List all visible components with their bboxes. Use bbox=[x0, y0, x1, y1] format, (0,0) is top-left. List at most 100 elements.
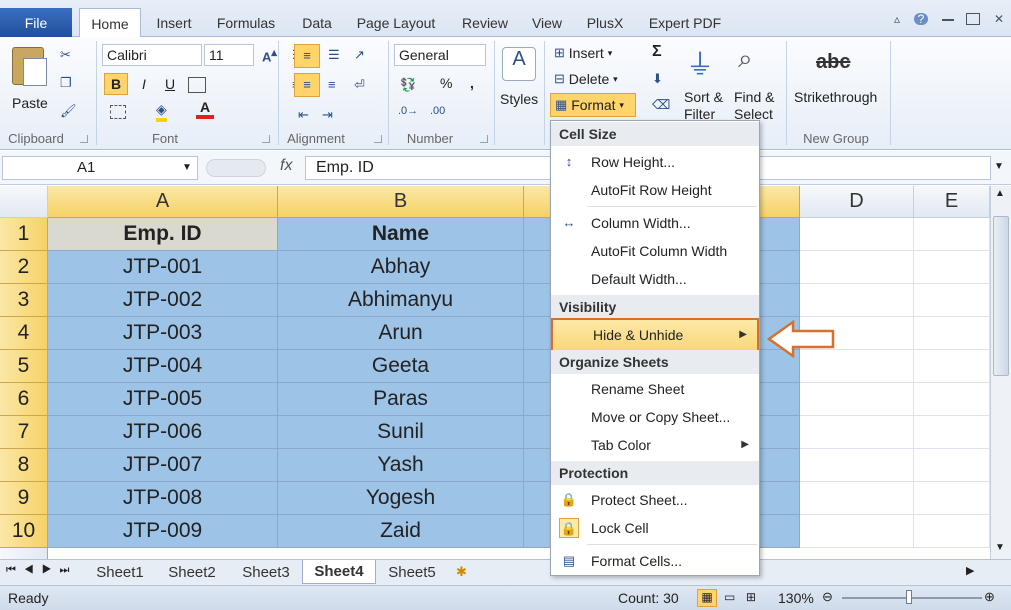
insert-cells-button[interactable]: ⊞ Insert ▾ bbox=[554, 45, 612, 61]
italic-button[interactable]: I bbox=[134, 73, 154, 95]
vertical-scrollbar[interactable]: ▲ ▼ bbox=[990, 186, 1011, 559]
fill-icon[interactable]: ⬇ bbox=[652, 71, 663, 87]
cell-name[interactable]: Arun bbox=[278, 317, 524, 350]
comma-button[interactable]: , bbox=[470, 75, 474, 91]
cell-name[interactable]: Abhimanyu bbox=[278, 284, 524, 317]
scroll-up-icon[interactable]: ▲ bbox=[995, 188, 1005, 199]
cell-empty[interactable] bbox=[914, 350, 990, 383]
strikethrough-button[interactable]: Strikethrough bbox=[794, 89, 877, 105]
name-box-dropdown-icon[interactable]: ▼ bbox=[182, 162, 192, 173]
row-header[interactable]: 8 bbox=[0, 449, 48, 482]
row-header[interactable]: 3 bbox=[0, 284, 48, 317]
column-header-d[interactable]: D bbox=[800, 186, 914, 218]
fill-color-icon[interactable]: ◈ bbox=[156, 101, 167, 122]
page-break-view-icon[interactable]: ⊞ bbox=[746, 590, 756, 604]
increase-indent-icon[interactable]: ⇥ bbox=[322, 107, 333, 123]
column-header-b[interactable]: B bbox=[278, 186, 524, 218]
percent-button[interactable]: % bbox=[440, 75, 452, 91]
cell-empty[interactable] bbox=[914, 317, 990, 350]
cell-empty[interactable] bbox=[800, 449, 914, 482]
menu-rename-sheet[interactable]: Rename Sheet bbox=[551, 375, 759, 403]
underline-button[interactable]: U bbox=[160, 73, 180, 95]
menu-hide-unhide[interactable]: Hide & Unhide ▶ bbox=[551, 318, 759, 352]
clipboard-launcher-icon[interactable] bbox=[80, 135, 88, 143]
cell-name[interactable]: Zaid bbox=[278, 515, 524, 548]
tab-expert-pdf[interactable]: Expert PDF bbox=[642, 8, 728, 37]
align-middle-icon[interactable]: ≡ bbox=[294, 44, 320, 68]
copy-icon[interactable]: ❐ bbox=[60, 75, 72, 91]
sheet-tab-3[interactable]: Sheet3 bbox=[234, 560, 298, 584]
cut-icon[interactable]: ✂ bbox=[60, 47, 71, 63]
cell-name[interactable]: Abhay bbox=[278, 251, 524, 284]
sheet-nav-icon[interactable]: ⏮◀▶⏭ bbox=[6, 564, 77, 577]
sort-filter-button[interactable]: Sort & Filter bbox=[684, 89, 732, 119]
delete-cells-button[interactable]: ⊟ Delete ▾ bbox=[554, 71, 618, 87]
menu-column-width[interactable]: ↔ Column Width... bbox=[551, 209, 759, 237]
currency-icon[interactable]: 💱 bbox=[400, 77, 416, 93]
row-header[interactable]: 4 bbox=[0, 317, 48, 350]
restore-window-icon[interactable] bbox=[966, 13, 980, 25]
tab-review[interactable]: Review bbox=[454, 8, 516, 37]
menu-tab-color[interactable]: Tab Color ▶ bbox=[551, 431, 759, 459]
font-name-select[interactable]: Calibri bbox=[102, 44, 202, 66]
alignment-launcher-icon[interactable] bbox=[374, 135, 382, 143]
tab-data[interactable]: Data bbox=[292, 8, 342, 37]
cell-emp-id[interactable]: JTP-009 bbox=[48, 515, 278, 548]
zoom-slider[interactable] bbox=[842, 597, 982, 599]
tab-file[interactable]: File bbox=[0, 8, 72, 37]
border-style-icon[interactable] bbox=[110, 105, 126, 119]
minimize-window-icon[interactable] bbox=[942, 19, 954, 29]
grow-font-icon[interactable]: A▴ bbox=[262, 46, 277, 64]
cell-empty[interactable] bbox=[800, 218, 914, 251]
number-launcher-icon[interactable] bbox=[480, 135, 488, 143]
formula-bar-splitter[interactable] bbox=[206, 159, 266, 177]
cell-name[interactable]: Sunil bbox=[278, 416, 524, 449]
sheet-tab-1[interactable]: Sheet1 bbox=[88, 560, 152, 584]
cell-name-header[interactable]: Name bbox=[278, 218, 524, 251]
minimize-ribbon-icon[interactable]: ▵ bbox=[890, 13, 904, 25]
cell-emp-id[interactable]: JTP-004 bbox=[48, 350, 278, 383]
cell-name[interactable]: Yash bbox=[278, 449, 524, 482]
scroll-down-icon[interactable]: ▼ bbox=[995, 542, 1005, 553]
scroll-right-icon[interactable]: ▶ bbox=[966, 564, 974, 577]
align-right-icon[interactable]: ≡ bbox=[328, 77, 336, 92]
insert-function-icon[interactable]: fx bbox=[280, 157, 292, 175]
format-painter-icon[interactable]: 🖌 bbox=[60, 103, 77, 119]
tab-plusx[interactable]: PlusX bbox=[578, 8, 632, 37]
clear-icon[interactable]: ⌫ bbox=[652, 97, 670, 113]
paste-button[interactable]: Paste bbox=[8, 43, 50, 123]
number-format-select[interactable]: General bbox=[394, 44, 486, 66]
decrease-indent-icon[interactable]: ⇤ bbox=[298, 107, 309, 123]
cell-a1-header[interactable]: Emp. ID bbox=[48, 218, 278, 251]
tab-page-layout[interactable]: Page Layout bbox=[350, 8, 442, 37]
menu-lock-cell[interactable]: 🔒 Lock Cell bbox=[551, 514, 759, 542]
autosum-button[interactable]: Σ bbox=[652, 43, 662, 61]
name-box[interactable]: A1 bbox=[2, 156, 198, 180]
find-select-button[interactable]: Find & Select bbox=[734, 89, 780, 119]
row-header[interactable]: 1 bbox=[0, 218, 48, 251]
normal-view-icon[interactable]: ▦ bbox=[697, 589, 717, 607]
font-launcher-icon[interactable] bbox=[262, 135, 270, 143]
cell-emp-id[interactable]: JTP-008 bbox=[48, 482, 278, 515]
cell-empty[interactable] bbox=[800, 284, 914, 317]
page-layout-view-icon[interactable]: ▭ bbox=[724, 590, 735, 604]
column-header-a[interactable]: A bbox=[48, 186, 278, 218]
format-cells-button[interactable]: ▦ Format ▾ bbox=[550, 93, 636, 117]
menu-move-copy-sheet[interactable]: Move or Copy Sheet... bbox=[551, 403, 759, 431]
cell-empty[interactable] bbox=[914, 383, 990, 416]
scroll-thumb[interactable] bbox=[993, 216, 1009, 376]
help-icon[interactable]: ? bbox=[914, 13, 928, 25]
cell-empty[interactable] bbox=[914, 284, 990, 317]
menu-protect-sheet[interactable]: 🔒 Protect Sheet... bbox=[551, 486, 759, 514]
bold-button[interactable]: B bbox=[104, 73, 128, 95]
sheet-tab-5[interactable]: Sheet5 bbox=[380, 560, 444, 584]
sheet-tab-4[interactable]: Sheet4 bbox=[302, 560, 376, 584]
tab-home[interactable]: Home bbox=[79, 8, 141, 38]
font-color-button[interactable]: A bbox=[196, 99, 214, 119]
cell-emp-id[interactable]: JTP-007 bbox=[48, 449, 278, 482]
borders-icon[interactable] bbox=[188, 77, 206, 93]
row-header[interactable]: 5 bbox=[0, 350, 48, 383]
expand-formula-icon[interactable]: ▼ bbox=[994, 161, 1004, 172]
orientation-icon[interactable]: ↗ bbox=[354, 47, 365, 63]
select-all-corner[interactable] bbox=[0, 186, 48, 218]
